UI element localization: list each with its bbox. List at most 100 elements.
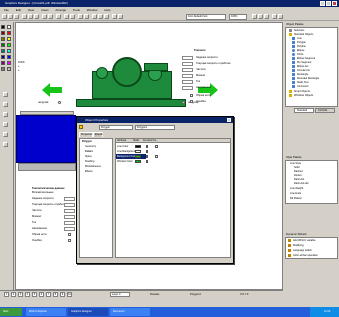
blue-unit-frame[interactable] [20, 111, 74, 115]
taskbar-item[interactable]: Graphics Designer [68, 308, 108, 316]
page-tab[interactable]: 6 [39, 292, 44, 297]
menu-arrange[interactable]: Arrange [55, 8, 66, 12]
menu-file[interactable]: File [4, 8, 9, 12]
zoom-tool-icon[interactable] [3, 112, 8, 117]
tab-properties[interactable]: Properties [79, 132, 93, 137]
menu-view[interactable]: View [28, 8, 34, 12]
machine-roller-left[interactable] [96, 67, 108, 79]
grid-icon[interactable] [64, 14, 69, 19]
color-swatch[interactable] [7, 61, 11, 65]
tech-field[interactable] [182, 62, 193, 66]
help-icon[interactable] [118, 14, 123, 19]
style-item[interactable]: Dotted [294, 174, 301, 177]
page-tab[interactable]: 5 [32, 292, 37, 297]
order-tool-icon[interactable] [3, 142, 8, 147]
object-item[interactable]: Ellipse Segment [297, 57, 315, 60]
menu-window[interactable]: Window [87, 8, 98, 12]
object-item[interactable]: Polyline [297, 45, 306, 48]
layer-tool-icon[interactable] [3, 102, 8, 107]
page-tab[interactable]: 9 [60, 292, 65, 297]
left-checkbox[interactable] [68, 233, 71, 236]
left-field[interactable] [64, 215, 75, 219]
group-icon[interactable] [98, 14, 103, 19]
object-item[interactable]: Rounded Rectangle [297, 77, 319, 80]
left-field[interactable] [64, 197, 75, 201]
zoom-combo[interactable]: 100% [229, 14, 247, 20]
close-icon[interactable] [332, 1, 337, 6]
style-item[interactable]: Dash-dot [294, 178, 304, 181]
machine-base[interactable] [76, 99, 186, 107]
page-tab[interactable]: 1 [4, 292, 9, 297]
menu-tools[interactable]: Tools [73, 8, 80, 12]
align-center-icon[interactable] [278, 14, 283, 19]
tech-field[interactable] [182, 80, 193, 84]
dynamic-wizard-list[interactable]: Add WinCC variable Modifying Language sw… [285, 237, 338, 259]
object-item[interactable]: Pie Segment [297, 61, 311, 64]
run-icon[interactable] [112, 14, 117, 19]
style-palette-tree[interactable]: Line Style Solid Dashed Dotted Dash-dot … [285, 160, 338, 204]
tab-controls[interactable]: Controls [315, 108, 335, 113]
taskbar-item[interactable]: Document [110, 308, 150, 316]
color-swatch[interactable] [1, 55, 5, 59]
left-field[interactable] [64, 203, 75, 207]
left-field[interactable] [64, 227, 75, 231]
tree-item[interactable]: Colors [85, 150, 93, 153]
col-dynamic[interactable]: Dynamic [143, 139, 153, 142]
property-tree[interactable]: Polygon Geometry Colors Styles Flashing … [79, 138, 113, 258]
left-field[interactable] [64, 209, 75, 213]
color-swatch[interactable] [7, 67, 11, 71]
menu-help[interactable]: Help [104, 8, 110, 12]
color-swatch[interactable] [7, 37, 11, 41]
page-tab[interactable]: 8 [53, 292, 58, 297]
color-swatch[interactable] [7, 25, 11, 29]
object-item[interactable]: Line [297, 37, 302, 40]
color-swatch[interactable] [1, 67, 5, 71]
col-static[interactable]: Static [133, 139, 139, 142]
style-item[interactable]: Line Weight [290, 187, 303, 190]
tab-standard[interactable]: Standard [294, 108, 314, 113]
snap-icon[interactable] [70, 14, 75, 19]
open-icon[interactable] [8, 14, 13, 19]
undo-icon[interactable] [42, 14, 47, 19]
page-tab[interactable]: 7 [46, 292, 51, 297]
paste-icon[interactable] [34, 14, 39, 19]
italic-icon[interactable] [258, 14, 263, 19]
wizard-item[interactable]: Add WinCC variable [293, 239, 316, 242]
object-item[interactable]: Ellipse Arc [297, 65, 309, 68]
object-type-combo[interactable]: Polygon [99, 125, 133, 130]
tree-item[interactable]: Geometry [85, 145, 96, 148]
attribute-grid[interactable]: Attribute Static Dynamic Cu... Line Colo… [115, 138, 231, 258]
underline-icon[interactable] [264, 14, 269, 19]
maximize-icon[interactable] [326, 1, 331, 6]
arrow-left-icon[interactable] [42, 83, 62, 97]
object-palette-tree[interactable]: Selection Standard Objects Line Polygon … [285, 27, 338, 107]
page-tab[interactable]: 4 [25, 292, 30, 297]
tab-events[interactable]: Events [93, 132, 103, 137]
color-swatch[interactable] [1, 61, 5, 65]
color-swatch-static[interactable] [135, 160, 141, 163]
align-left-icon[interactable] [272, 14, 277, 19]
object-item[interactable]: Polygon [297, 41, 306, 44]
tech-field[interactable] [182, 86, 193, 90]
tree-item[interactable]: Effects [85, 170, 93, 173]
left-checkbox[interactable] [68, 239, 71, 242]
dynamic-bulb-icon[interactable] [146, 145, 148, 148]
dynamic-bulb-icon[interactable] [146, 160, 148, 163]
wizard-item[interactable]: Modifying [293, 244, 304, 247]
object-item[interactable]: Windows Objects [294, 94, 313, 97]
current-checkbox[interactable] [155, 155, 158, 158]
style-item[interactable]: Line Style [290, 162, 301, 165]
tree-item[interactable]: Styles [85, 155, 92, 158]
align-icon[interactable] [92, 14, 97, 19]
object-item[interactable]: Standard Objects [294, 33, 313, 36]
wizard-item[interactable]: Language switch [293, 249, 312, 252]
color-swatch[interactable] [7, 31, 11, 35]
style-item[interactable]: Dash-dot-dot [294, 182, 308, 185]
col-attribute[interactable]: Attribute [117, 139, 126, 142]
tree-item[interactable]: Flashing [85, 160, 94, 163]
machine-drum[interactable] [112, 57, 142, 87]
current-checkbox[interactable] [155, 145, 158, 148]
machine-top-bar[interactable] [144, 63, 168, 71]
bold-icon[interactable] [252, 14, 257, 19]
dialog-close-icon[interactable] [227, 118, 231, 122]
